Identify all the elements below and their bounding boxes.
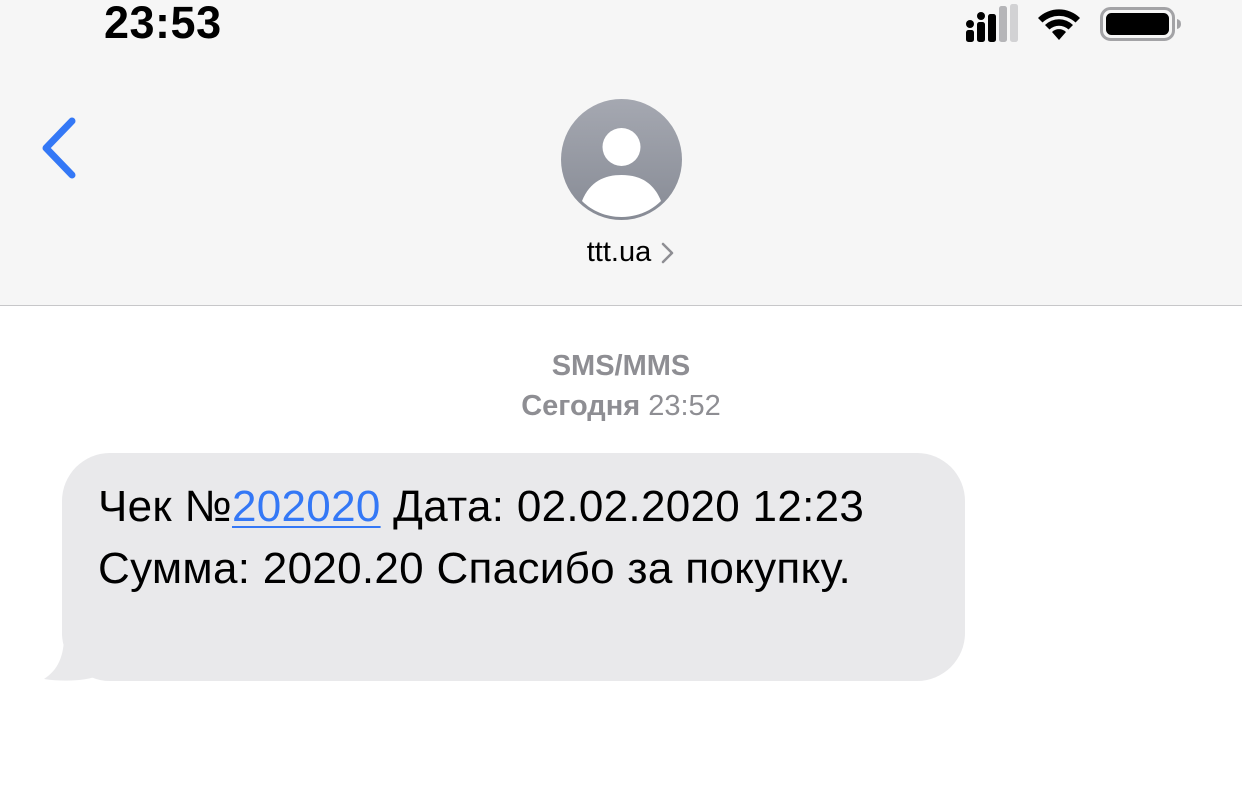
chevron-left-icon xyxy=(42,117,76,179)
timestamp: Сегодня 23:52 xyxy=(0,386,1242,426)
navigation-header: 23:53 ttt.ua xyxy=(0,0,1242,306)
receipt-number-link[interactable]: 202020 xyxy=(232,482,381,531)
time-label: 23:52 xyxy=(648,390,721,422)
service-label: SMS/MMS xyxy=(551,350,691,382)
message-meta: SMS/MMS Сегодня 23:52 xyxy=(0,346,1242,426)
battery-icon xyxy=(1100,7,1181,41)
chevron-right-icon xyxy=(662,242,674,263)
contact-details-button[interactable]: ttt.ua xyxy=(0,236,1242,269)
message-text: Чек №202020 Дата: 02.02.2020 12:23 Сумма… xyxy=(98,476,935,600)
message-bubble[interactable]: Чек №202020 Дата: 02.02.2020 12:23 Сумма… xyxy=(62,453,965,681)
back-button[interactable] xyxy=(30,108,90,188)
contact-avatar[interactable] xyxy=(561,99,682,220)
contact-name: ttt.ua xyxy=(586,236,652,268)
wifi-icon xyxy=(1038,9,1080,40)
signal-icon xyxy=(966,4,1018,42)
day-label: Сегодня xyxy=(521,390,641,422)
status-time: 23:53 xyxy=(104,0,222,48)
message-text-prefix: Чек № xyxy=(98,482,232,531)
status-icons xyxy=(966,4,1182,44)
person-icon xyxy=(582,128,661,217)
